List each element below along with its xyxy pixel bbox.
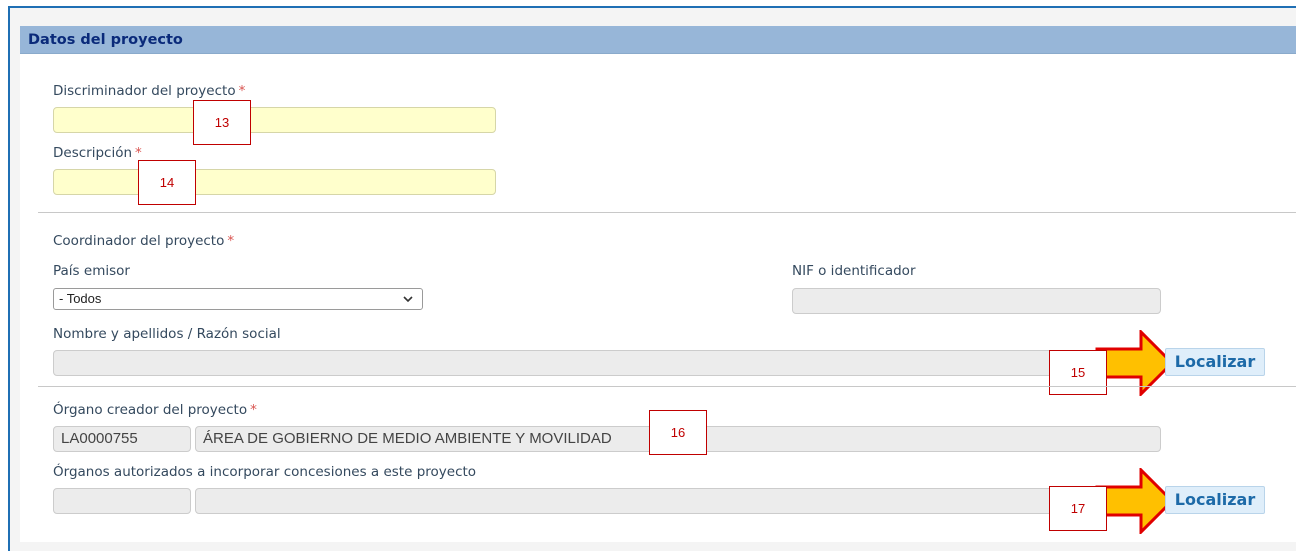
coordinator-heading: Coordinador del proyecto * — [53, 233, 235, 249]
callout-17: 17 — [1049, 486, 1107, 531]
callout-14: 14 — [138, 160, 196, 205]
localizar-coordinator-button[interactable]: Localizar — [1165, 348, 1265, 376]
discriminator-input[interactable] — [53, 107, 496, 133]
authorized-bodies-code — [53, 488, 191, 514]
section-divider — [38, 386, 1296, 387]
issuing-country-select[interactable]: - Todos — [53, 288, 423, 310]
chevron-down-icon — [402, 289, 414, 315]
required-mark: * — [238, 83, 246, 99]
issuing-country-label: País emisor — [53, 263, 130, 279]
description-label: Descripción * — [53, 145, 142, 161]
panel-title: Datos del proyecto — [20, 26, 1296, 54]
required-mark: * — [227, 233, 235, 249]
required-mark: * — [250, 402, 257, 418]
section-divider — [38, 212, 1296, 213]
name-label: Nombre y apellidos / Razón social — [53, 326, 281, 342]
callout-15: 15 — [1049, 350, 1107, 395]
creator-body-label: Órgano creador del proyecto * — [53, 402, 257, 418]
callout-13: 13 — [193, 100, 251, 145]
discriminator-label: Discriminador del proyecto * — [53, 83, 246, 99]
creator-body-code: LA0000755 — [53, 426, 191, 452]
description-input[interactable] — [53, 169, 496, 195]
arrow-right-icon — [1095, 468, 1175, 534]
authorized-bodies-label: Órganos autorizados a incorporar concesi… — [53, 464, 477, 480]
callout-16: 16 — [649, 410, 707, 455]
nif-label: NIF o identificador — [792, 263, 916, 279]
required-mark: * — [135, 145, 142, 161]
localizar-authorized-button[interactable]: Localizar — [1165, 486, 1265, 514]
name-input[interactable] — [53, 350, 1161, 376]
issuing-country-selected: - Todos — [59, 291, 102, 306]
nif-input[interactable] — [792, 288, 1161, 314]
authorized-bodies-name — [195, 488, 1161, 514]
